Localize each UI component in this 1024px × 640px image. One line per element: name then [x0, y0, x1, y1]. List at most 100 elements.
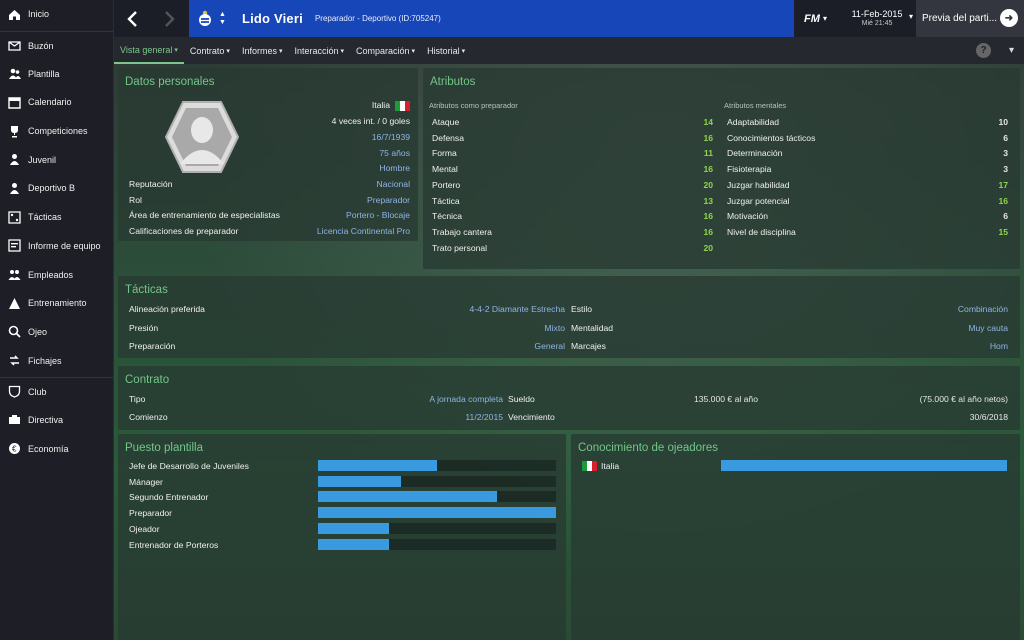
coach-attribute-label[interactable]: Técnica [432, 211, 462, 221]
sidebar-item-label: Deportivo B [28, 183, 76, 194]
club-icon [8, 385, 21, 398]
forward-button[interactable] [152, 0, 186, 37]
tab-label: Interacción [294, 45, 339, 56]
club-crest-icon[interactable] [197, 10, 213, 28]
sidebar-item-report[interactable]: Informe de equipo [0, 232, 113, 261]
tactic-value: Muy cauta [968, 322, 1008, 333]
coach-attribute-label[interactable]: Defensa [432, 133, 464, 143]
person-subtitle[interactable]: Preparador - Deportivo (ID:705247) [315, 14, 441, 23]
personal-row-label: Calificaciones de preparador [129, 226, 239, 237]
coach-attribute-label[interactable]: Mental [432, 164, 458, 174]
sidebar-item-staff[interactable]: Empleados [0, 260, 113, 289]
date-display[interactable]: 11-Feb-2015 Mié 21:45 ▾ [837, 0, 917, 37]
tab-2[interactable]: Informes ▾ [236, 37, 289, 64]
tab-label: Historial [427, 45, 460, 56]
sidebar-item-finance[interactable]: € Economía [0, 434, 113, 463]
mental-attribute-value: 6 [1003, 211, 1008, 222]
tab-5[interactable]: Historial ▾ [421, 37, 471, 64]
mental-attribute-label[interactable]: Juzgar habilidad [727, 180, 790, 190]
coach-attribute-value: 13 [703, 195, 713, 206]
coach-attributes-heading: Atributos como preparador [429, 101, 518, 110]
tactics-icon [8, 211, 21, 224]
panel-title: Puesto plantilla [125, 442, 203, 454]
sidebar-item-club[interactable]: Club [0, 376, 113, 406]
sidebar-item-reserve[interactable]: Deportivo B [0, 174, 113, 203]
coach-attribute-value: 20 [703, 242, 713, 253]
mental-attribute-value: 10 [998, 117, 1008, 127]
tactic-value: Hom [989, 341, 1008, 351]
content-area: Datos personales Italia 4 veces int. / 0… [114, 64, 1024, 640]
mental-attribute-label[interactable]: Nivel de disciplina [727, 227, 796, 237]
panel-title: Contrato [125, 374, 170, 386]
chevron-down-icon: ▾ [174, 46, 178, 54]
coach-attribute-label[interactable]: Ataque [432, 117, 459, 127]
back-button[interactable] [116, 0, 150, 37]
sidebar-item-label: Inicio [28, 9, 50, 20]
help-icon[interactable]: ? [976, 43, 991, 58]
home-icon [8, 8, 21, 21]
sidebar-item-trophy[interactable]: Competiciones [0, 117, 113, 146]
personal-row-label: Rol [129, 194, 142, 205]
training-icon [8, 297, 21, 310]
person-name: Lido Vieri [241, 11, 303, 26]
chevron-down-icon: ▾ [226, 47, 230, 55]
tab-1[interactable]: Contrato ▾ [184, 37, 236, 64]
mental-attribute-label[interactable]: Conocimientos tácticos [727, 133, 815, 143]
sidebar-item-label: Entrenamiento [28, 298, 87, 309]
sidebar-item-transfers[interactable]: Fichajes [0, 346, 113, 375]
mental-attribute-label[interactable]: Determinación [727, 148, 782, 158]
panel-title: Conocimiento de ojeadores [578, 442, 719, 454]
sub-navigation: Vista general ▾ Contrato ▾ Informes ▾ Inter… [114, 37, 1024, 64]
tactic-label: Preparación [129, 341, 176, 351]
coach-attribute-label[interactable]: Táctica [432, 196, 460, 206]
report-icon [8, 239, 21, 252]
sidebar-item-tactics[interactable]: Tácticas [0, 203, 113, 232]
continue-button[interactable]: Previa del parti... ➜ [916, 0, 1024, 37]
sidebar-item-label: Juvenil [28, 154, 57, 165]
sidebar-item-training[interactable]: Entrenamiento [0, 289, 113, 318]
mental-attribute-label[interactable]: Fisioterapia [727, 164, 771, 174]
staff-role-bar-fill [318, 460, 437, 471]
sidebar-item-squad[interactable]: Plantilla [0, 59, 113, 88]
staff-role-bar [318, 460, 556, 471]
sidebar-item-board[interactable]: Directiva [0, 406, 113, 435]
sidebar-item-home[interactable]: Inicio [0, 0, 113, 29]
mental-attribute-label[interactable]: Motivación [727, 211, 768, 221]
sidebar-item-label: Economía [28, 443, 69, 454]
tab-4[interactable]: Comparación ▾ [350, 37, 421, 64]
sidebar-item-label: Fichajes [28, 355, 62, 366]
mental-attribute-value: 3 [1003, 164, 1008, 175]
tactic-label: Presión [129, 322, 159, 333]
tab-3[interactable]: Interacción ▾ [288, 37, 350, 64]
mental-attribute-label[interactable]: Adaptabilidad [727, 117, 779, 127]
current-time: Mié 21:45 [861, 20, 893, 27]
current-date: 11-Feb-2015 [851, 9, 903, 19]
sidebar-item-scouting[interactable]: Ojeo [0, 318, 113, 347]
staff-icon [8, 268, 21, 281]
person-photo-icon [164, 101, 240, 173]
fm-menu-button[interactable]: FM ▾ [794, 0, 837, 37]
personal-panel: Datos personales Italia 4 veces int. / 0… [118, 68, 418, 241]
tab-0[interactable]: Vista general ▾ [114, 37, 184, 64]
fm-logo-icon: FM [804, 12, 820, 25]
sidebar-item-youth[interactable]: Juvenil [0, 145, 113, 174]
sidebar-item-label: Ojeo [28, 326, 48, 337]
mental-attribute-label[interactable]: Juzgar potencial [727, 196, 790, 206]
staff-role-label: Jefe de Desarrollo de Juveniles [129, 461, 249, 471]
coach-attribute-label[interactable]: Trabajo cantera [432, 227, 492, 237]
sidebar-item-inbox[interactable]: Buzón [0, 30, 113, 60]
chevron-down-icon: ▾ [278, 47, 283, 55]
title-bar: ▲ ▼ Lido Vieri Preparador - Deportivo (ID… [189, 0, 889, 37]
contract-type-value: A jornada completa [429, 394, 503, 404]
coach-attribute-label[interactable]: Forma [432, 148, 457, 158]
sidebar-item-label: Club [28, 386, 47, 397]
coach-attribute-label[interactable]: Trato personal [432, 243, 487, 253]
sidebar-item-label: Plantilla [28, 68, 60, 79]
sidebar-item-calendar[interactable]: Calendario [0, 88, 113, 117]
nationality-text: Italia [371, 100, 390, 110]
coach-attribute-label[interactable]: Portero [432, 180, 460, 190]
salary-net-value: (75.000 € al año netos) [919, 394, 1008, 404]
switch-person-arrows[interactable]: ▲ ▼ [219, 11, 226, 27]
staff-role-bar [318, 491, 556, 503]
chevron-down-icon[interactable]: ▾ [1009, 45, 1014, 56]
